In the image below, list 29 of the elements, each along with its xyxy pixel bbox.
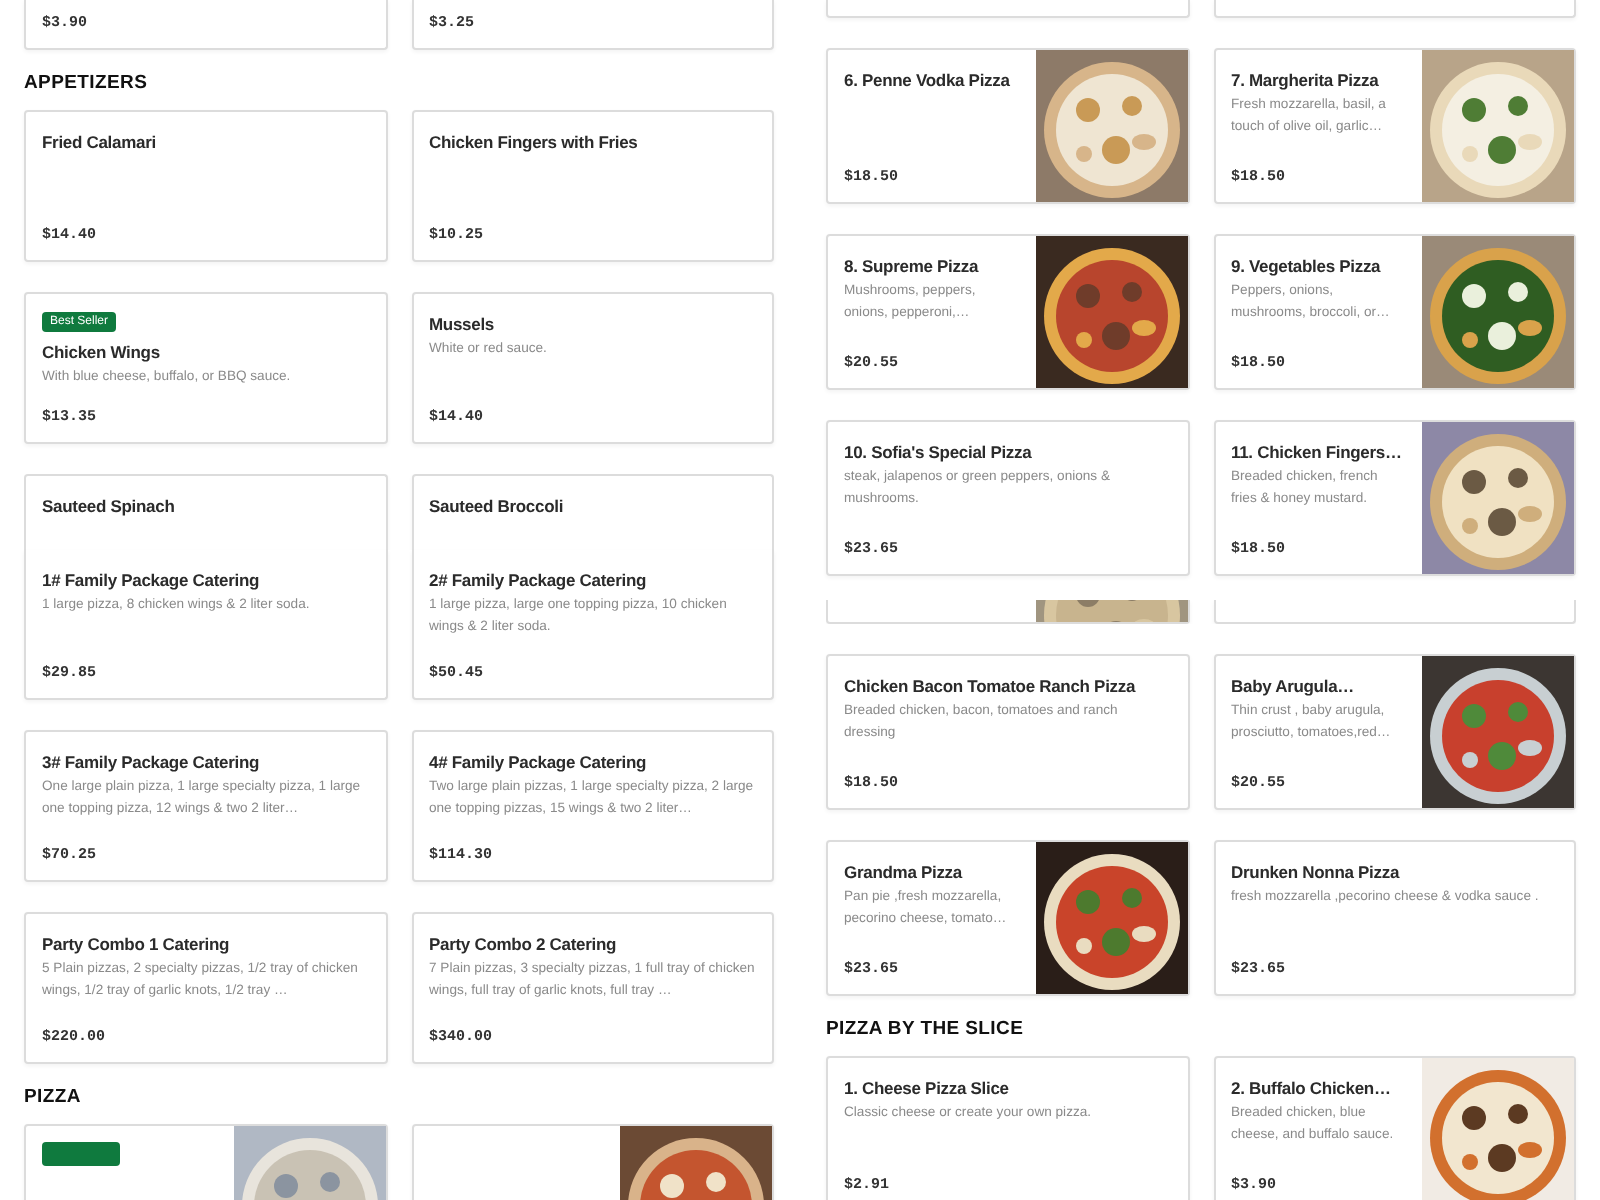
item-name: Mussels — [429, 312, 496, 336]
item-name: 2# Family Package Catering — [429, 568, 649, 592]
item-name: 3# Family Package Catering — [42, 750, 262, 774]
item-name: Sauteed Spinach — [42, 494, 177, 518]
item-name: Drunken Nonna Pizza — [1231, 860, 1402, 884]
item-name: 1# Family Package Catering — [42, 568, 262, 592]
item-name: Fried Calamari — [42, 130, 158, 154]
item-name: Grandma Pizza — [844, 860, 965, 884]
item-name: 7. Margherita Pizza — [1231, 68, 1381, 92]
section-heading: APPETIZERS — [24, 72, 150, 96]
menu-item-card[interactable]: Sauteed Spinach — [24, 474, 387, 550]
item-name: 1. Cheese Pizza Slice — [844, 1076, 1011, 1100]
item-name: Chicken Bacon Tomatoe Ranch Pizza — [844, 674, 1138, 698]
item-name: Party Combo 1 Catering — [42, 932, 232, 956]
item-name: 9. Vegetables Pizza — [1231, 254, 1383, 278]
item-name: 2. Buffalo Chicken… — [1231, 1076, 1393, 1100]
item-name: Sauteed Broccoli — [429, 494, 566, 518]
item-name: Baby Arugula… — [1231, 674, 1356, 698]
menu-item-card[interactable]: Sauteed Broccoli — [411, 474, 774, 550]
item-name: Chicken Wings — [42, 340, 162, 364]
item-name: 11. Chicken Fingers… — [1231, 440, 1404, 464]
item-name: 4# Family Package Catering — [429, 750, 649, 774]
section-heading: PIZZA — [24, 1086, 83, 1110]
item-name: Party Combo 2 Catering — [429, 932, 619, 956]
item-name: Chicken Fingers with Fries — [429, 130, 640, 154]
item-name: 6. Penne Vodka Pizza — [844, 68, 1012, 92]
section-heading: PIZZA BY THE SLICE — [826, 1018, 1026, 1042]
item-name: 8. Supreme Pizza — [844, 254, 981, 278]
item-name: 10. Sofia's Special Pizza — [844, 440, 1034, 464]
